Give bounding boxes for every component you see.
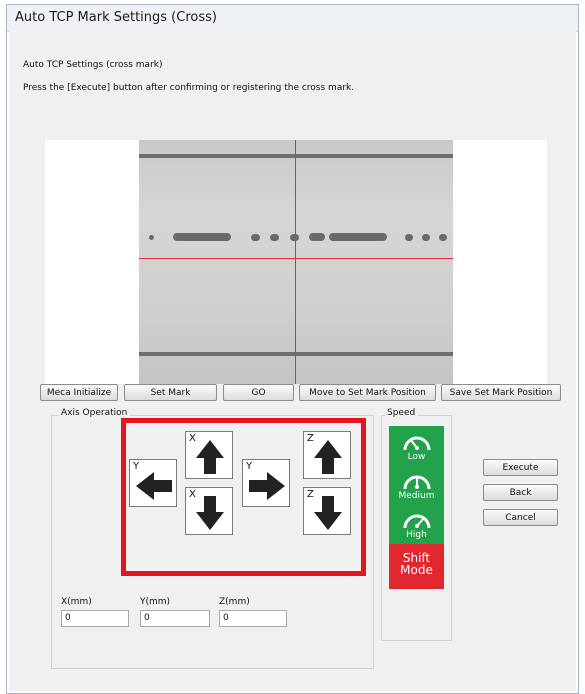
top-rail xyxy=(139,154,453,158)
y-field-label: Y(mm) xyxy=(140,597,171,607)
hole xyxy=(270,234,279,241)
y-field[interactable]: 0 xyxy=(140,610,210,627)
meca-initialize-button[interactable]: Meca Initialize xyxy=(40,384,118,401)
instruction-text: Press the [Execute] button after confirm… xyxy=(23,83,355,93)
back-button[interactable]: Back xyxy=(483,484,558,501)
title-bar: Auto TCP Mark Settings (Cross) xyxy=(7,5,578,32)
speedometer-icon xyxy=(403,475,430,490)
go-button[interactable]: GO xyxy=(223,384,294,401)
hole xyxy=(309,233,325,241)
dialog-client-area: Auto TCP Settings (cross mark) Press the… xyxy=(9,31,576,691)
hole xyxy=(422,234,430,241)
hole xyxy=(251,234,260,241)
camera-view xyxy=(45,140,547,384)
speed-medium-label: Medium xyxy=(398,491,435,501)
window-title: Auto TCP Mark Settings (Cross) xyxy=(15,10,217,25)
save-set-mark-button[interactable]: Save Set Mark Position xyxy=(441,384,561,401)
speed-label: Speed xyxy=(385,408,418,418)
z-field[interactable]: 0 xyxy=(219,610,287,627)
set-mark-button[interactable]: Set Mark xyxy=(124,384,217,401)
slot xyxy=(173,233,231,241)
x-field[interactable]: 0 xyxy=(61,610,129,627)
z-field-label: Z(mm) xyxy=(219,597,250,607)
axis-operation-label: Axis Operation xyxy=(59,408,130,418)
speedometer-icon xyxy=(403,436,430,451)
execute-button[interactable]: Execute xyxy=(483,459,558,476)
crosshair-horizontal xyxy=(139,258,453,259)
hole xyxy=(149,235,154,240)
x-field-label: X(mm) xyxy=(61,597,92,607)
speed-low-button[interactable]: Low xyxy=(389,426,444,467)
speed-medium-button[interactable]: Medium xyxy=(389,465,444,506)
dialog-window: Auto TCP Mark Settings (Cross) Auto TCP … xyxy=(6,4,579,694)
camera-image xyxy=(139,140,453,384)
speed-high-label: High xyxy=(406,530,427,540)
speedometer-icon xyxy=(403,514,430,529)
section-heading: Auto TCP Settings (cross mark) xyxy=(23,60,163,70)
speed-panel: Low Medium High Shift Mode xyxy=(389,426,444,621)
highlight-box xyxy=(121,418,366,576)
speed-high-button[interactable]: High xyxy=(389,504,444,545)
cancel-button[interactable]: Cancel xyxy=(483,509,558,526)
shift-mode-button[interactable]: Shift Mode xyxy=(389,544,444,589)
speed-low-label: Low xyxy=(407,452,426,462)
move-to-set-mark-button[interactable]: Move to Set Mark Position xyxy=(299,384,436,401)
hole xyxy=(439,234,447,241)
crosshair-vertical xyxy=(295,140,296,384)
slot xyxy=(329,233,387,241)
mode-label: Mode xyxy=(400,563,433,577)
hole xyxy=(405,234,413,241)
bottom-rail xyxy=(139,352,453,356)
